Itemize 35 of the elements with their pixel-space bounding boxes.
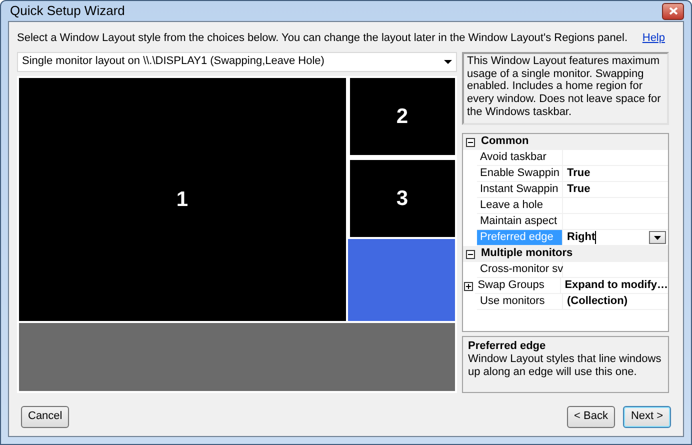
property-name[interactable]: Instant Swappin [477,182,563,198]
help-title: Preferred edge [468,340,547,354]
property-value: Expand to modify… [564,278,668,292]
dropdown-button[interactable] [649,231,666,244]
collapse-icon[interactable] [466,250,474,258]
property-name[interactable]: Cross-monitor sv [477,262,563,278]
property-name[interactable]: Use monitors [477,294,563,310]
layout-region: 3 [350,160,455,237]
property-name[interactable]: Avoid taskbar [477,150,563,166]
property-name[interactable]: Swap Groups [474,278,561,294]
value-field[interactable]: Right [567,230,596,244]
help-link[interactable]: Help [642,32,665,52]
instruction-text: Select a Window Layout style from the choices below. You can change the layout later in the Window Layout's Regions panel. [17,32,628,46]
property-name[interactable]: Leave a hole [477,198,563,214]
layout-region: 1 [19,78,346,321]
wizard-button[interactable]: Cancel [21,406,70,428]
layout-dropdown[interactable]: Single monitor layout on \\.\DISPLAY1 (Swapping,Leave Hole) [17,52,457,72]
wizard-button[interactable]: < Back [567,406,615,428]
property-value: (Collection) [567,294,628,308]
layout-region: 2 [350,78,455,155]
category-label: Common [477,134,668,150]
wizard-button[interactable]: Next > [623,406,671,428]
help-text: Window Layout styles that line windows up along an edge will use this one. [468,353,662,380]
window-title: Quick Setup Wizard [9,3,125,19]
collapse-icon[interactable] [466,138,474,146]
close-button[interactable] [662,2,684,20]
caret-icon [654,236,661,240]
caret-icon [444,60,452,64]
expand-icon[interactable] [464,282,474,290]
description-text: This Window Layout features maximum usage of a single monitor. Swapping enabled. Includes a home region for every window. Does not leave space for the Windows taskbar. [462,52,669,125]
category-label: Multiple monitors [477,246,668,262]
property-value: True [567,166,590,180]
property-value: True [567,182,590,196]
property-name[interactable]: Enable Swappin [477,166,563,182]
close-icon [668,7,678,15]
